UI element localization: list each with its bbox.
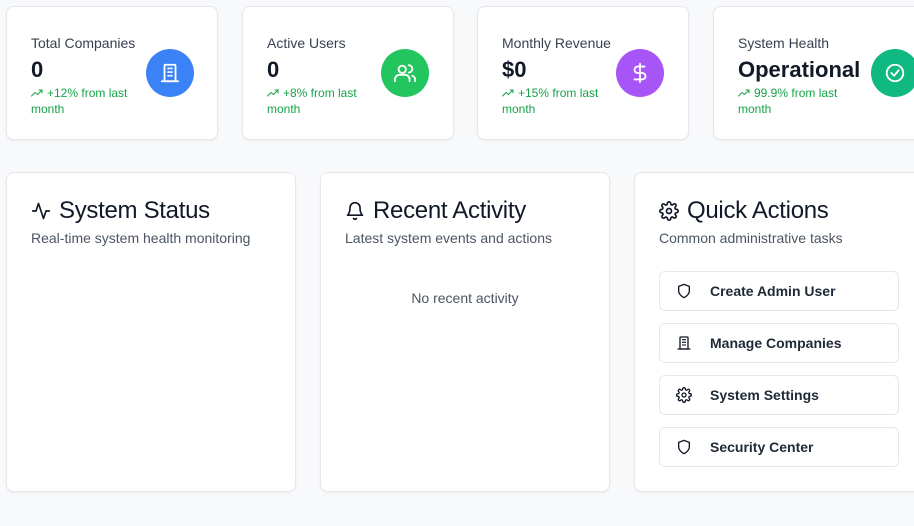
trending-up-icon [502, 89, 514, 97]
system-status-panel: System Status Real-time system health mo… [6, 172, 296, 492]
empty-state: No recent activity [411, 290, 519, 306]
quick-actions-panel: Quick Actions Common administrative task… [634, 172, 914, 492]
stat-change: +15% from last month [502, 86, 599, 116]
button-label: System Settings [710, 387, 819, 403]
system-settings-button[interactable]: System Settings [659, 375, 899, 415]
button-label: Create Admin User [710, 283, 836, 299]
manage-companies-button[interactable]: Manage Companies [659, 323, 899, 363]
create-admin-user-button[interactable]: Create Admin User [659, 271, 899, 311]
stat-value: 0 [31, 57, 44, 82]
button-label: Security Center [710, 439, 814, 455]
stat-change: +12% from last month [31, 86, 128, 116]
gear-icon [676, 387, 692, 403]
stat-card-active-users: Active Users 0 +8% from last month [242, 6, 454, 140]
panel-title: Recent Activity [373, 197, 526, 224]
bell-icon [346, 201, 364, 221]
stat-card-monthly-revenue: Monthly Revenue $0 +15% from last month [477, 6, 689, 140]
dollar-icon [616, 49, 664, 97]
gear-icon [659, 201, 679, 221]
stat-title: Active Users [267, 35, 346, 51]
stat-value: 0 [267, 57, 280, 82]
shield-icon [678, 283, 690, 299]
trending-up-icon [267, 89, 279, 97]
panel-header: System Status [31, 197, 210, 225]
shield-icon [678, 439, 690, 455]
stat-change: 99.9% from last month [738, 86, 838, 116]
stat-title: Monthly Revenue [502, 35, 611, 51]
panel-title: Quick Actions [687, 197, 829, 224]
stat-title: System Health [738, 35, 830, 51]
panel-title: System Status [59, 197, 210, 224]
panel-subtitle: Latest system events and actions [345, 230, 552, 246]
button-label: Manage Companies [710, 335, 842, 351]
panel-header: Recent Activity [345, 197, 526, 225]
check-circle-icon [871, 49, 914, 97]
stat-value: Operational [738, 57, 861, 82]
stat-card-total-companies: Total Companies 0 +12% from last month [6, 6, 218, 140]
activity-icon [31, 202, 51, 220]
recent-activity-panel: Recent Activity Latest system events and… [320, 172, 610, 492]
panel-header: Quick Actions [659, 197, 829, 225]
trending-up-icon [738, 89, 750, 97]
stat-card-system-health: System Health Operational 99.9% from las… [713, 6, 914, 140]
security-center-button[interactable]: Security Center [659, 427, 899, 467]
panel-subtitle: Real-time system health monitoring [31, 230, 251, 246]
trending-up-icon [31, 89, 43, 97]
stat-value: $0 [502, 57, 527, 82]
users-icon [381, 49, 429, 97]
building-icon [146, 49, 194, 97]
stat-change: +8% from last month [267, 86, 357, 116]
building-icon [677, 336, 691, 350]
stat-title: Total Companies [31, 35, 136, 51]
panel-subtitle: Common administrative tasks [659, 230, 843, 246]
